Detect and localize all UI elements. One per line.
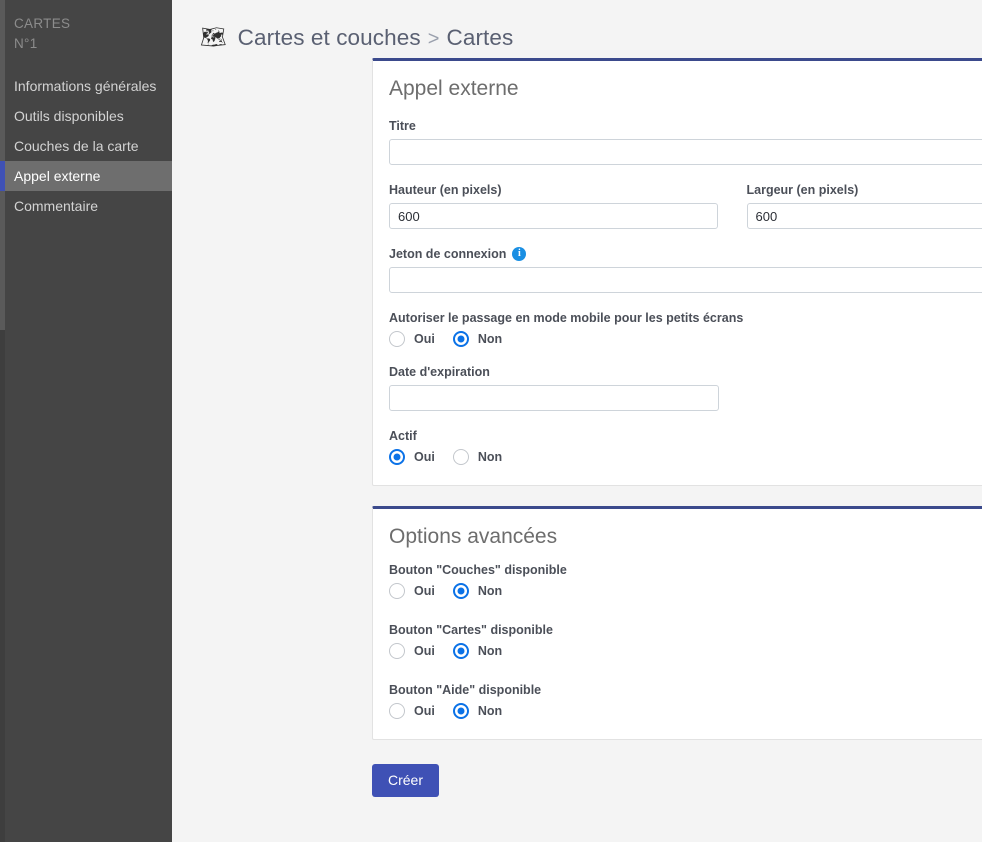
radio-label: Oui [414, 332, 435, 346]
sidebar-item-outils-disponibles[interactable]: Outils disponibles [0, 101, 172, 131]
creer-button[interactable]: Créer [372, 764, 440, 797]
radio-group-bouton-cartes: Oui Non [389, 643, 982, 659]
radio-label: Oui [414, 450, 435, 464]
field-label-bouton-aide: Bouton "Aide" disponible [389, 683, 542, 697]
field-hauteur: Hauteur (en pixels) [389, 183, 718, 229]
sidebar-item-informations-generales[interactable]: Informations générales [0, 71, 172, 101]
field-bouton-cartes: Bouton "Cartes" disponible Oui Non [389, 623, 982, 659]
sidebar-item-label: Appel externe [14, 168, 101, 184]
sidebar-item-commentaire[interactable]: Commentaire [0, 191, 172, 221]
field-label-date-expiration: Date d'expiration [389, 365, 490, 379]
sidebar-item-label: Commentaire [14, 198, 99, 214]
radio-option-mode-mobile-non[interactable]: Non [452, 331, 503, 347]
jeton-select-wrapper[interactable] [389, 267, 982, 293]
field-date-expiration: Date d'expiration [389, 365, 982, 411]
radio-option-bouton-couches-non[interactable]: Non [452, 583, 503, 599]
radio-option-bouton-cartes-oui[interactable]: Oui [389, 643, 435, 659]
radio-option-actif-non[interactable]: Non [452, 449, 503, 465]
sidebar-item-label: Couches de la carte [14, 138, 139, 154]
radio-label: Non [477, 332, 503, 346]
radio-icon[interactable] [452, 331, 469, 347]
card-body-options-avancees: Bouton "Couches" disponible Oui Non Bout… [373, 563, 982, 739]
sidebar: CARTES N°1 Informations générales Outils… [0, 0, 172, 842]
titre-input[interactable] [389, 139, 982, 165]
card-header-appel-externe[interactable]: Appel externe [373, 61, 982, 109]
page-header: 🗺 Cartes et couches > Cartes [172, 0, 982, 58]
radio-icon[interactable] [452, 643, 469, 659]
radio-label: Non [477, 704, 503, 718]
jeton-select[interactable] [389, 267, 982, 293]
footer-actions: Créer [372, 764, 982, 797]
breadcrumb-root[interactable]: Cartes et couches [238, 25, 421, 50]
sidebar-brand-line2: N°1 [14, 36, 38, 51]
radio-group-mode-mobile: Oui Non [389, 331, 982, 347]
radio-icon[interactable] [389, 643, 405, 659]
card-header-options-avancees[interactable]: Options avancées [373, 509, 982, 557]
radio-icon[interactable] [452, 449, 469, 465]
field-label-jeton: Jeton de connexion i [389, 247, 982, 261]
field-label-actif: Actif [389, 429, 417, 443]
sidebar-brand: CARTES N°1 [0, 0, 172, 54]
card-options-avancees: Options avancées Bouton "Couches" dispon… [372, 506, 982, 740]
radio-label: Oui [414, 704, 435, 718]
field-jeton-de-connexion: Jeton de connexion i [389, 247, 982, 293]
sidebar-item-appel-externe[interactable]: Appel externe [0, 161, 172, 191]
radio-group-bouton-couches: Oui Non [389, 583, 982, 599]
card-appel-externe: Appel externe Titre Hauteur (en pixels) … [372, 58, 982, 486]
radio-icon[interactable] [389, 583, 405, 599]
hauteur-input[interactable] [389, 203, 718, 229]
radio-label: Oui [414, 584, 435, 598]
main-content: 🗺 Cartes et couches > Cartes Appel externe… [172, 0, 982, 842]
field-label-jeton-text: Jeton de connexion [389, 247, 507, 261]
radio-icon[interactable] [389, 703, 405, 719]
field-label-bouton-couches: Bouton "Couches" disponible [389, 563, 567, 577]
radio-label: Non [477, 450, 503, 464]
radio-option-bouton-cartes-non[interactable]: Non [452, 643, 503, 659]
breadcrumb-separator: > [427, 27, 440, 50]
app-root: CARTES N°1 Informations générales Outils… [0, 0, 982, 842]
radio-option-bouton-couches-oui[interactable]: Oui [389, 583, 435, 599]
date-expiration-input[interactable] [389, 385, 719, 411]
breadcrumb-current: Cartes [446, 24, 514, 50]
sidebar-item-label: Informations générales [14, 78, 157, 94]
sidebar-nav: Informations générales Outils disponible… [0, 71, 172, 221]
breadcrumb: Cartes et couches > Cartes [238, 25, 514, 51]
map-icon: 🗺 [200, 26, 227, 49]
radio-icon[interactable] [389, 449, 405, 465]
radio-option-bouton-aide-oui[interactable]: Oui [389, 703, 435, 719]
field-label-largeur: Largeur (en pixels) [746, 183, 859, 197]
field-bouton-aide: Bouton "Aide" disponible Oui Non [389, 683, 982, 719]
largeur-input[interactable] [746, 203, 982, 229]
card-title: Appel externe [389, 77, 519, 100]
radio-label: Oui [414, 644, 435, 658]
radio-option-bouton-aide-non[interactable]: Non [452, 703, 503, 719]
radio-group-bouton-aide: Oui Non [389, 703, 982, 719]
sidebar-brand-line1: CARTES [14, 16, 71, 31]
field-label-bouton-cartes: Bouton "Cartes" disponible [389, 623, 553, 637]
field-label-titre: Titre [389, 119, 416, 133]
radio-group-actif: Oui Non [389, 449, 982, 465]
radio-icon[interactable] [452, 703, 469, 719]
radio-option-mode-mobile-oui[interactable]: Oui [389, 331, 435, 347]
radio-icon[interactable] [452, 583, 469, 599]
card-body-appel-externe: Titre Hauteur (en pixels) Largeur (en pi… [373, 119, 982, 485]
sidebar-item-couches-de-la-carte[interactable]: Couches de la carte [0, 131, 172, 161]
radio-icon[interactable] [389, 331, 405, 347]
card-title: Options avancées [389, 525, 558, 548]
field-label-mode-mobile: Autoriser le passage en mode mobile pour… [389, 311, 744, 325]
field-titre: Titre [389, 119, 982, 165]
field-label-hauteur: Hauteur (en pixels) [389, 183, 502, 197]
radio-label: Non [477, 584, 503, 598]
radio-option-actif-oui[interactable]: Oui [389, 449, 435, 465]
field-bouton-couches: Bouton "Couches" disponible Oui Non [389, 563, 982, 599]
radio-label: Non [477, 644, 503, 658]
field-actif: Actif Oui Non [389, 429, 982, 465]
info-icon[interactable]: i [512, 247, 527, 261]
sidebar-item-label: Outils disponibles [14, 108, 124, 124]
field-largeur: Largeur (en pixels) [746, 183, 982, 229]
field-mode-mobile: Autoriser le passage en mode mobile pour… [389, 311, 982, 347]
field-row-dimensions: Hauteur (en pixels) Largeur (en pixels) [389, 183, 982, 229]
